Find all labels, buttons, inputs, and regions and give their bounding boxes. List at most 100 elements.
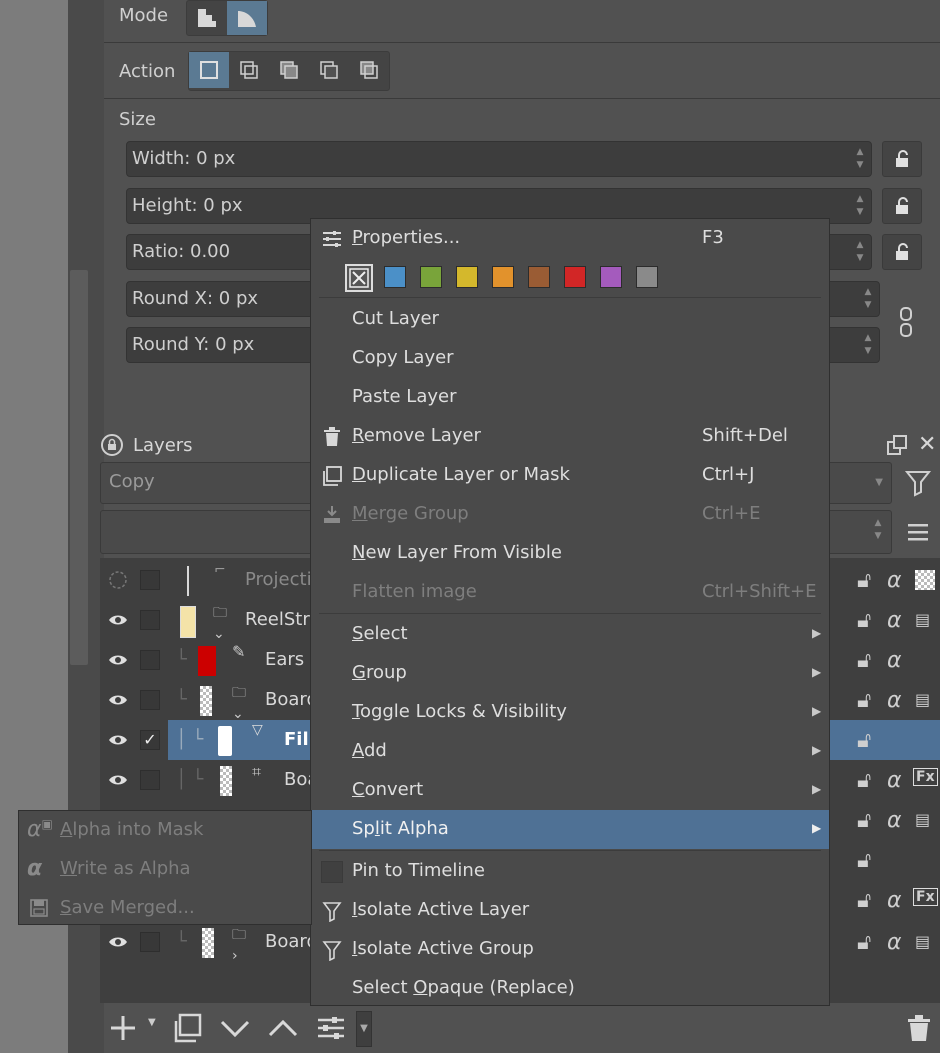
width-lock-button[interactable]: [882, 141, 922, 177]
duplicate-layer-icon[interactable]: [170, 1011, 204, 1045]
lock-icon[interactable]: 🔓︎: [857, 608, 871, 633]
menu-item-save-merged[interactable]: Save Merged...: [19, 889, 311, 928]
alpha-icon[interactable]: α: [887, 888, 902, 913]
menu-item-isolate-active-group[interactable]: Isolate Active Group: [311, 930, 829, 969]
alpha-icon[interactable]: α: [887, 930, 902, 955]
menu-item-group[interactable]: Group ▶: [311, 654, 829, 693]
ratio-lock-button[interactable]: [882, 234, 922, 270]
alpha-icon[interactable]: α: [887, 688, 902, 713]
menu-item-properties[interactable]: Properties... F3: [311, 219, 829, 258]
action-symmetric-button[interactable]: [349, 52, 389, 88]
lock-icon[interactable]: 🔓︎: [857, 688, 871, 713]
layer-checkbox[interactable]: [140, 932, 160, 952]
lock-icon[interactable]: 🔓︎: [857, 568, 871, 593]
action-intersect-button[interactable]: [229, 52, 269, 88]
color-swatch-green[interactable]: [420, 266, 442, 288]
mode-rectangle-button[interactable]: [187, 1, 227, 35]
layer-checkbox[interactable]: [140, 650, 160, 670]
color-swatch-red[interactable]: [564, 266, 586, 288]
menu-item-select[interactable]: Select ▶: [311, 615, 829, 654]
lock-icon[interactable]: 🔓︎: [857, 930, 871, 955]
menu-item-new-layer-from-visible[interactable]: New Layer From Visible: [311, 534, 829, 573]
chevron-down-icon[interactable]: ▼: [148, 1017, 156, 1028]
color-swatch-purple[interactable]: [600, 266, 622, 288]
spin-arrows[interactable]: ▲ ▼: [861, 332, 875, 358]
move-down-icon[interactable]: [218, 1011, 252, 1045]
menu-item-paste-layer[interactable]: Paste Layer: [311, 378, 829, 417]
layer-style-icon[interactable]: ▤: [915, 610, 930, 629]
menu-item-duplicate-layer[interactable]: Duplicate Layer or Mask Ctrl+J: [311, 456, 829, 495]
delete-layer-icon[interactable]: [902, 1011, 936, 1045]
pin-checkbox[interactable]: [321, 861, 343, 883]
menu-item-flatten-image[interactable]: Flatten image Ctrl+Shift+E: [311, 573, 829, 612]
eye-icon[interactable]: [108, 770, 128, 790]
menu-item-add[interactable]: Add ▶: [311, 732, 829, 771]
height-lock-button[interactable]: [882, 188, 922, 224]
dock-scrollbar[interactable]: [70, 270, 88, 665]
menu-item-merge-group[interactable]: Merge Group Ctrl+E: [311, 495, 829, 534]
spin-arrows[interactable]: ▲ ▼: [871, 517, 885, 543]
alpha-icon[interactable]: α: [887, 808, 902, 833]
eye-icon[interactable]: [108, 730, 128, 750]
alpha-icon[interactable]: α: [887, 648, 902, 673]
lock-icon[interactable]: 🔓︎: [857, 768, 871, 793]
layer-checkbox-checked[interactable]: ✓: [140, 730, 160, 750]
layer-checkbox[interactable]: [140, 690, 160, 710]
layer-style-icon[interactable]: ▤: [915, 932, 930, 951]
menu-item-cut-layer[interactable]: Cut Layer: [311, 300, 829, 339]
menu-item-remove-layer[interactable]: Remove Layer Shift+Del: [311, 417, 829, 456]
layer-style-icon[interactable]: ▤: [915, 690, 930, 709]
link-chain-icon[interactable]: [896, 306, 916, 338]
menu-item-pin-to-timeline[interactable]: Pin to Timeline: [311, 852, 829, 891]
eye-icon[interactable]: [108, 932, 128, 952]
action-subtract-button[interactable]: [309, 52, 349, 88]
menu-item-write-as-alpha[interactable]: α Write as Alpha: [19, 850, 311, 889]
menu-item-select-opaque[interactable]: Select Opaque (Replace): [311, 969, 829, 1008]
menu-item-toggle-locks[interactable]: Toggle Locks & Visibility ▶: [311, 693, 829, 732]
menu-item-split-alpha[interactable]: Split Alpha ▶: [311, 810, 829, 849]
add-layer-icon[interactable]: [106, 1011, 140, 1045]
layer-checkbox[interactable]: [140, 610, 160, 630]
color-swatch-brown[interactable]: [528, 266, 550, 288]
menu-item-copy-layer[interactable]: Copy Layer: [311, 339, 829, 378]
properties-dropdown[interactable]: ▼: [356, 1011, 372, 1047]
hamburger-menu-icon[interactable]: [906, 520, 934, 546]
close-panel-icon[interactable]: ✕: [918, 432, 936, 457]
eye-icon[interactable]: [108, 610, 128, 630]
float-panel-icon[interactable]: [886, 434, 908, 456]
spin-arrows[interactable]: ▲ ▼: [861, 286, 875, 312]
alpha-icon[interactable]: α: [887, 608, 902, 633]
mode-curve-button[interactable]: [227, 1, 267, 35]
hidden-eye-icon[interactable]: [108, 570, 128, 590]
fx-icon[interactable]: Fx: [913, 888, 938, 906]
menu-item-alpha-into-mask[interactable]: α▣ Alpha into Mask: [19, 811, 311, 850]
lock-icon[interactable]: 🔓︎: [857, 648, 871, 673]
alpha-icon[interactable]: α: [887, 768, 902, 793]
no-color-swatch[interactable]: [345, 264, 373, 292]
spin-arrows[interactable]: ▲ ▼: [853, 146, 867, 172]
menu-item-isolate-active-layer[interactable]: Isolate Active Layer: [311, 891, 829, 930]
action-add-button[interactable]: [269, 52, 309, 88]
eye-icon[interactable]: [108, 650, 128, 670]
lock-icon[interactable]: 🔓︎: [857, 728, 871, 753]
spin-arrows[interactable]: ▲ ▼: [853, 193, 867, 219]
color-swatch-yellow[interactable]: [456, 266, 478, 288]
menu-item-convert[interactable]: Convert ▶: [311, 771, 829, 810]
lock-icon[interactable]: 🔓︎: [857, 848, 871, 873]
action-replace-button[interactable]: [189, 52, 229, 88]
lock-icon[interactable]: 🔓︎: [857, 888, 871, 913]
lock-icon[interactable]: 🔓︎: [857, 808, 871, 833]
width-input[interactable]: Width: 0 px ▲ ▼: [126, 141, 872, 177]
layer-style-icon[interactable]: ▤: [915, 810, 930, 829]
color-swatch-blue[interactable]: [384, 266, 406, 288]
color-swatch-orange[interactable]: [492, 266, 514, 288]
layer-checkbox[interactable]: [140, 770, 160, 790]
move-up-icon[interactable]: [266, 1011, 300, 1045]
layers-lock-icon[interactable]: [100, 433, 124, 457]
spin-arrows[interactable]: ▲ ▼: [853, 239, 867, 265]
layer-checkbox[interactable]: [140, 570, 160, 590]
alpha-icon[interactable]: α: [887, 568, 902, 593]
transparency-icon[interactable]: [915, 570, 935, 590]
fx-icon[interactable]: Fx: [913, 768, 938, 786]
filter-icon[interactable]: [904, 468, 934, 498]
